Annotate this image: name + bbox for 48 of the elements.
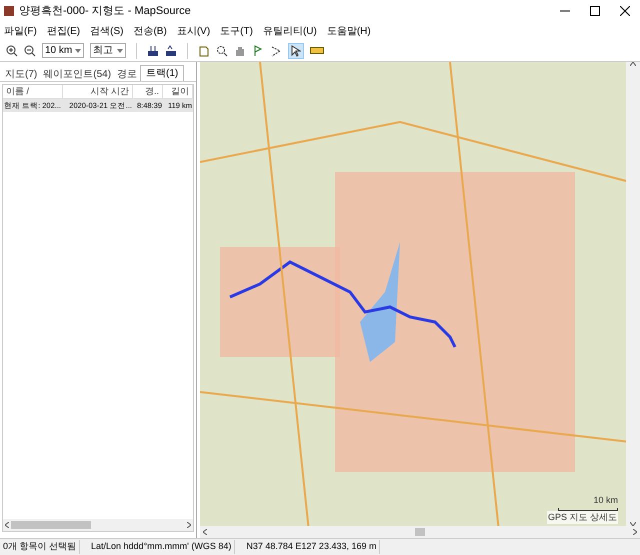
select-tool[interactable] (288, 42, 304, 58)
zoom-in-icon[interactable] (6, 44, 18, 56)
menu-item[interactable]: 파일(F) (4, 24, 37, 38)
tab[interactable]: 지도(7) (2, 67, 40, 81)
scroll-left-icon (5, 522, 9, 528)
menu-item[interactable]: 편집(E) (46, 24, 80, 38)
flag-icon[interactable] (252, 44, 264, 56)
pointer-icon (291, 44, 301, 56)
app-icon (4, 6, 14, 16)
menu-item[interactable]: 전송(B) (133, 24, 167, 38)
scroll-thumb[interactable] (11, 521, 91, 529)
scroll-thumb[interactable] (415, 528, 425, 536)
caret-icon (75, 48, 81, 52)
map-detail-label: GPS 지도 상세도 (546, 510, 618, 524)
zoom-out-icon[interactable] (24, 44, 36, 56)
status-text: N37 48.784 E127 23.433, 169 m (243, 540, 380, 554)
scale-dropdown[interactable]: 10 km (42, 43, 84, 58)
measure-icon[interactable] (310, 46, 324, 54)
document-icon[interactable] (198, 44, 210, 56)
horizontal-scrollbar[interactable] (200, 526, 640, 538)
detail-dropdown[interactable]: 최고 (90, 43, 126, 58)
scroll-up-icon (630, 62, 636, 66)
receive-icon[interactable] (147, 44, 159, 56)
menu-item[interactable]: 도움말(H) (326, 24, 371, 38)
menu-item[interactable]: 유틸리티(U) (262, 24, 317, 38)
horizontal-scrollbar[interactable] (3, 519, 193, 531)
menu-item[interactable]: 검색(S) (90, 24, 124, 38)
window-title: 양평흑천-000- 지형도 - MapSource (19, 4, 191, 19)
maximize-icon (590, 6, 600, 16)
tab[interactable]: 트랙(1) (140, 65, 184, 81)
scroll-right-icon (633, 529, 637, 535)
scroll-right-icon (187, 522, 191, 528)
status-text: Lat/Lon hddd°mm.mmm' (WGS 84) (88, 540, 236, 554)
send-icon[interactable] (165, 44, 177, 56)
vertical-scrollbar[interactable] (626, 62, 640, 526)
tab[interactable]: 웨이포인트(54) (40, 67, 114, 81)
caret-icon (117, 48, 123, 52)
menu-item[interactable]: 도구(T) (220, 24, 253, 38)
zoom-tool-icon[interactable] (216, 44, 228, 56)
map-view[interactable]: 10 km GPS 지도 상세도 (200, 62, 626, 526)
close-icon (620, 6, 630, 16)
route-icon[interactable] (270, 44, 282, 56)
status-text: 0개 항목이 선택됨 (0, 540, 80, 554)
scroll-down-icon (630, 522, 636, 526)
scroll-left-icon (203, 529, 207, 535)
scale-label: 10 km (593, 494, 618, 507)
menu-item[interactable]: 표시(V) (176, 24, 210, 38)
tab[interactable]: 경로 (114, 67, 140, 81)
